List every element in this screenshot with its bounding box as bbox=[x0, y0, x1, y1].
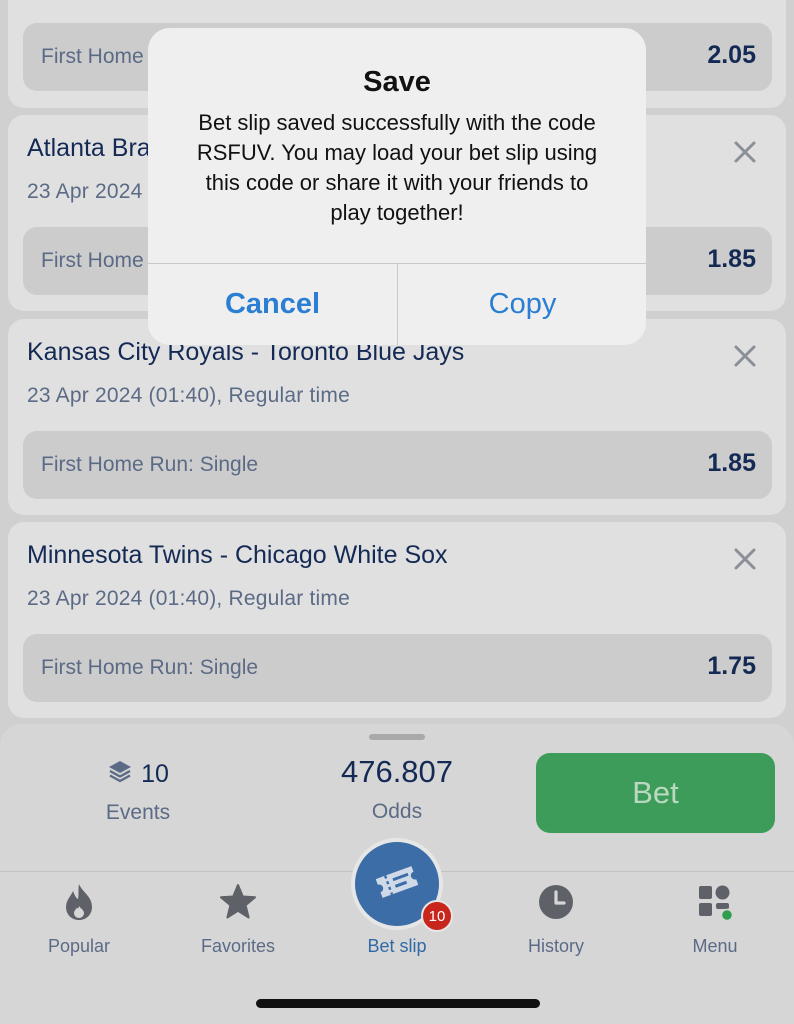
bet-card: Kansas City Royals - Toronto Blue Jays 2… bbox=[8, 319, 786, 515]
nav-label: Menu bbox=[692, 936, 738, 956]
match-datetime: 23 Apr 2024 (01:40), Regular time bbox=[27, 384, 350, 407]
selection-row[interactable]: First Home Run: Single 1.75 bbox=[23, 634, 772, 702]
selection-odds: 2.05 bbox=[707, 41, 756, 69]
nav-label: Popular bbox=[47, 936, 111, 956]
selection-label: First Home Run: Single bbox=[41, 656, 259, 679]
layers-icon bbox=[107, 758, 133, 791]
nav-label: History bbox=[527, 936, 584, 956]
selection-label: First Home Run: Single bbox=[41, 453, 259, 476]
nav-label: Favorites bbox=[200, 936, 276, 956]
remove-bet-close-icon[interactable] bbox=[732, 139, 758, 165]
cancel-button[interactable]: Cancel bbox=[148, 264, 397, 345]
alert-title: Save bbox=[363, 66, 431, 98]
save-alert-dialog: Save Bet slip saved successfully with th… bbox=[148, 28, 646, 345]
place-bet-button[interactable]: Bet bbox=[536, 753, 775, 833]
star-icon bbox=[219, 883, 257, 926]
nav-item-history[interactable]: History bbox=[496, 882, 616, 957]
bet-card: Minnesota Twins - Chicago White Sox 23 A… bbox=[8, 522, 786, 718]
bet-slip-count-badge: 10 bbox=[421, 900, 453, 932]
events-summary: 10 Events bbox=[58, 758, 218, 825]
events-count: 10 bbox=[141, 760, 169, 788]
flame-icon bbox=[62, 882, 96, 927]
events-label: Events bbox=[105, 801, 171, 824]
drag-handle[interactable] bbox=[369, 734, 425, 740]
total-odds-value: 476.807 bbox=[340, 754, 454, 789]
remove-bet-close-icon[interactable] bbox=[732, 546, 758, 572]
match-datetime: 23 Apr 2024 (01:40), Regular time bbox=[27, 587, 350, 610]
alert-message: Bet slip saved successfully with the cod… bbox=[196, 110, 598, 225]
total-odds: 476.807 Odds bbox=[297, 754, 497, 824]
selection-odds: 1.85 bbox=[707, 449, 756, 477]
nav-label: Bet slip bbox=[367, 936, 427, 956]
nav-item-favorites[interactable]: Favorites bbox=[178, 882, 298, 957]
clock-icon bbox=[537, 883, 575, 926]
selection-odds: 1.85 bbox=[707, 245, 756, 273]
copy-button[interactable]: Copy bbox=[398, 264, 646, 345]
selection-odds: 1.75 bbox=[707, 652, 756, 680]
total-odds-label: Odds bbox=[371, 800, 423, 823]
selection-row[interactable]: First Home Run: Single 1.85 bbox=[23, 431, 772, 499]
remove-bet-close-icon[interactable] bbox=[732, 343, 758, 369]
home-indicator[interactable] bbox=[256, 999, 540, 1008]
ticket-icon bbox=[372, 862, 422, 907]
nav-item-popular[interactable]: Popular bbox=[19, 882, 139, 957]
nav-item-menu[interactable]: Menu bbox=[655, 882, 775, 957]
match-title[interactable]: Minnesota Twins - Chicago White Sox bbox=[27, 541, 448, 570]
grid-menu-icon bbox=[696, 883, 734, 926]
